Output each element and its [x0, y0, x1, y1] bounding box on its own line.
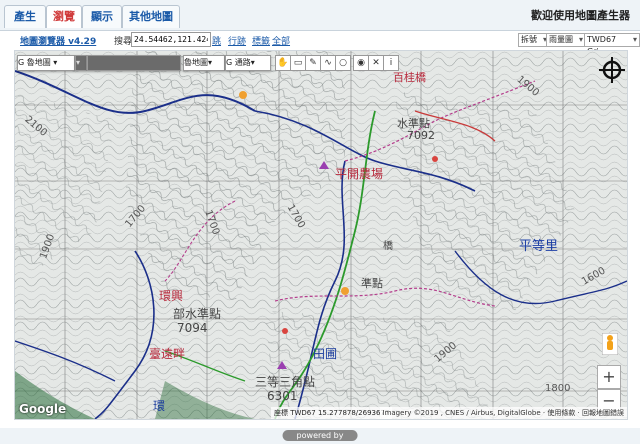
label-point-6301: 6301 — [267, 389, 298, 403]
label-baijiaoqiao: 百桂橋 — [393, 71, 426, 84]
map-attribution[interactable]: Imagery ©2019 , CNES / Airbus, DigitalGl… — [379, 407, 627, 419]
label-shuizhun-2: 部水準點 — [173, 307, 222, 321]
top-bar: 產生 瀏覽 顯示 其他地圖 歡迎使用地圖產生器 — [0, 0, 640, 31]
map-canvas[interactable]: G 魯地圖 ▾ ▾ 魯地圖▾ G 通路▾ ✋ ▭ ✎ ∿ ○ ◉ ✕ i 百桂橋… — [14, 50, 628, 420]
layer-select-dropdown[interactable]: ▾ — [75, 55, 87, 71]
tab-browse[interactable]: 瀏覽 — [46, 5, 82, 28]
hand-tool-icon[interactable]: ✋ — [275, 55, 291, 71]
circle-tool-icon[interactable]: ○ — [335, 55, 351, 71]
layer-2-label: 魯地圖 — [184, 58, 208, 67]
layer-roads-label: 通路 — [234, 58, 251, 67]
all-link[interactable]: 全部 — [272, 34, 290, 47]
target-tool-icon[interactable]: ◉ — [353, 55, 369, 71]
google-logo: Google — [19, 402, 67, 416]
search-input[interactable] — [131, 32, 211, 47]
layer-base-label: 魯地圖 — [26, 58, 51, 67]
label-sanjiao: 三等三角點 — [255, 375, 316, 389]
label-link[interactable]: 標籤 — [252, 34, 270, 47]
layer-select-roads[interactable]: G 通路▾ — [225, 55, 271, 71]
coords-readout: 座標 TWD67 15.277878/2693677 — [271, 407, 393, 419]
zoom-in-button[interactable]: + — [597, 365, 621, 389]
label-huan2: 環 — [153, 399, 166, 413]
toolbar: 地圖瀏覽器 v4.29 搜尋 跳 行跡 標籤 全部 拆號 雨量圖 TWD67 G… — [0, 31, 640, 56]
select-rain[interactable]: 雨量圖 — [546, 33, 586, 47]
tab-generate[interactable]: 產生 — [4, 5, 46, 28]
rect-tool-icon[interactable]: ▭ — [290, 55, 306, 71]
footer: powered by — [0, 428, 640, 444]
label-point-7094: 7094 — [177, 321, 208, 335]
polyline-tool-icon[interactable]: ∿ — [320, 55, 336, 71]
layer-select-base[interactable]: G 魯地圖 ▾ — [17, 55, 75, 71]
tab-display[interactable]: 顯示 — [82, 5, 122, 28]
label-zhunpoint: 準點 — [361, 277, 383, 290]
crosshair-icon[interactable] — [599, 57, 625, 83]
tab-other-maps[interactable]: 其他地圖 — [122, 5, 180, 28]
label-qiaohu: 橋 — [383, 241, 393, 252]
pegman-icon[interactable] — [602, 333, 618, 355]
label-tiandian: 田圃 — [313, 347, 338, 361]
jump-link[interactable]: 跳 — [212, 34, 221, 47]
welcome-text: 歡迎使用地圖產生器 — [531, 9, 630, 22]
track-link[interactable]: 行跡 — [228, 34, 246, 47]
google-g-icon: G — [18, 58, 25, 67]
select-grid[interactable]: TWD67 Gri — [584, 33, 640, 56]
label-pingyuan: 平開農場 — [335, 167, 384, 181]
powered-by-badge[interactable]: powered by — [282, 430, 358, 441]
label-taiyuanban: 臺遠畔 — [149, 347, 186, 361]
layer-opacity-slider[interactable] — [87, 55, 181, 71]
label-point-7092: 7092 — [407, 129, 435, 142]
close-tool-icon[interactable]: ✕ — [368, 55, 384, 71]
layer-select-2[interactable]: 魯地圖▾ — [183, 55, 225, 71]
label-pingdengli: 平等里 — [519, 239, 559, 254]
version-link[interactable]: 地圖瀏覽器 v4.29 — [20, 34, 96, 47]
label-huanshan: 環興 — [159, 289, 184, 303]
google-g-icon-2: G — [226, 58, 233, 67]
search-label: 搜尋 — [114, 37, 133, 47]
contour-1800: 1800 — [545, 383, 571, 394]
pencil-tool-icon[interactable]: ✎ — [305, 55, 321, 71]
